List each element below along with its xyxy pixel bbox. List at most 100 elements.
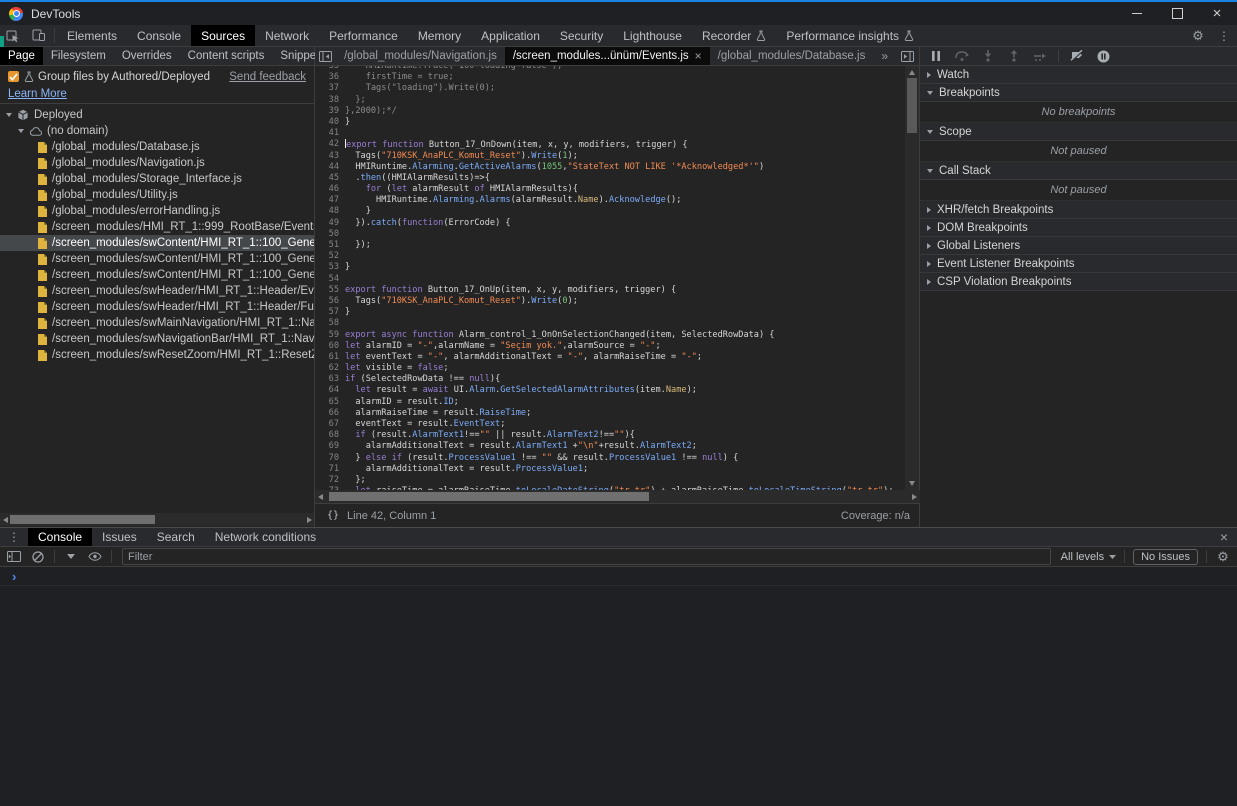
code-line-text[interactable]: alarmID = result.ID; [345, 397, 459, 408]
tab-lighthouse[interactable]: Lighthouse [613, 25, 692, 46]
line-number[interactable]: 63 [315, 374, 345, 385]
step-icon[interactable] [1032, 48, 1048, 64]
expanded-arrow-icon[interactable] [6, 113, 12, 117]
tree-file-item[interactable]: /global_modules/Navigation.js [0, 155, 314, 171]
line-number[interactable]: 71 [315, 464, 345, 475]
code-line-text[interactable]: if (SelectedRowData !== null){ [345, 374, 500, 385]
expanded-arrow-icon[interactable] [18, 129, 24, 133]
code-line-text[interactable]: for (let alarmResult of HMIAlarmResults)… [345, 184, 578, 195]
line-number[interactable]: 58 [315, 318, 345, 329]
code-line-text[interactable]: Tags("710KSK_AnaPLC_Komut_Reset").Write(… [345, 296, 578, 307]
code-line[interactable]: 70 } else if (result.ProcessValue1 !== "… [315, 453, 906, 464]
code-line[interactable]: 46 for (let alarmResult of HMIAlarmResul… [315, 184, 906, 195]
line-number[interactable]: 61 [315, 352, 345, 363]
console-sidebar-toggle-icon[interactable] [6, 549, 22, 565]
code-line-text[interactable]: Tags("loading").Write(0); [345, 83, 495, 94]
tree-file-item[interactable]: /screen_modules/swContent/HMI_RT_1::100_… [0, 251, 314, 267]
line-number[interactable]: 39 [315, 106, 345, 117]
code-line[interactable]: 36 firstTime = true; [315, 72, 906, 83]
line-number[interactable]: 65 [315, 397, 345, 408]
console-filter-input[interactable] [123, 551, 1050, 563]
scroll-right-icon[interactable] [307, 517, 312, 523]
section-scope[interactable]: Scope [920, 123, 1237, 141]
tree-file-item[interactable]: /global_modules/Utility.js [0, 187, 314, 203]
code-line[interactable]: 66 alarmRaiseTime = result.RaiseTime; [315, 408, 906, 419]
code-line[interactable]: 39},2000);*/ [315, 106, 906, 117]
code-line[interactable]: 59export async function Alarm_control_1_… [315, 330, 906, 341]
line-number[interactable]: 37 [315, 83, 345, 94]
line-number[interactable]: 38 [315, 95, 345, 106]
code-line[interactable]: 48 } [315, 206, 906, 217]
tab-elements[interactable]: Elements [57, 25, 127, 46]
tree-file-item[interactable]: /screen_modules/swResetZoom/HMI_RT_1::Re… [0, 347, 314, 363]
code-line-text[interactable]: } [345, 307, 350, 318]
section-dom-breakpoints[interactable]: DOM Breakpoints [920, 219, 1237, 237]
editor-tab-global-modules-navigation-js[interactable]: /global_modules/Navigation.js [336, 47, 505, 65]
line-number[interactable]: 52 [315, 251, 345, 262]
drawer-tab-issues[interactable]: Issues [92, 528, 147, 546]
line-number[interactable]: 54 [315, 274, 345, 285]
learn-more-link[interactable]: Learn More [8, 88, 67, 100]
code-line[interactable]: 64 let result = await UI.Alarm.GetSelect… [315, 385, 906, 396]
line-number[interactable]: 59 [315, 330, 345, 341]
hide-navigator-icon[interactable] [315, 47, 336, 65]
close-drawer-icon[interactable]: × [1211, 528, 1237, 546]
code-line[interactable]: 42export function Button_17_OnDown(item,… [315, 139, 906, 150]
line-number[interactable]: 36 [315, 72, 345, 83]
scrollbar-thumb[interactable] [10, 515, 155, 524]
code-line[interactable]: 56 Tags("710KSK_AnaPLC_Komut_Reset").Wri… [315, 296, 906, 307]
code-line-text[interactable]: let eventText = "-", alarmAdditionalText… [345, 352, 702, 363]
code-line-text[interactable]: }; [345, 95, 366, 106]
tree-file-item[interactable]: /global_modules/Database.js [0, 139, 314, 155]
code-line[interactable]: 60let alarmID = "-",alarmName = "Seçim y… [315, 341, 906, 352]
tree-file-item[interactable]: /global_modules/errorHandling.js [0, 203, 314, 219]
send-feedback-link[interactable]: Send feedback [229, 71, 306, 83]
tab-performance[interactable]: Performance [319, 25, 408, 46]
code-line-text[interactable]: }); [345, 240, 371, 251]
line-number[interactable]: 56 [315, 296, 345, 307]
code-line[interactable]: 52 [315, 251, 906, 262]
step-out-icon[interactable] [1006, 48, 1022, 64]
console-prompt-row[interactable]: › [0, 567, 1237, 586]
code-line[interactable]: 65 alarmID = result.ID; [315, 397, 906, 408]
code-line[interactable]: 43 Tags("710KSK_AnaPLC_Komut_Reset").Wri… [315, 151, 906, 162]
editor-tab-screen-modules-n-m-events-js[interactable]: /screen_modules...ünüm/Events.js× [505, 47, 710, 65]
code-line[interactable]: 68 if (result.AlarmText1!=="" || result.… [315, 430, 906, 441]
code-line[interactable]: 55export function Button_17_OnUp(item, x… [315, 285, 906, 296]
drawer-tab-network-conditions[interactable]: Network conditions [205, 528, 326, 546]
code-line[interactable]: 37 Tags("loading").Write(0); [315, 83, 906, 94]
pretty-print-button[interactable]: {} [315, 510, 347, 521]
line-number[interactable]: 64 [315, 385, 345, 396]
code-line-text[interactable]: Tags("710KSK_AnaPLC_Komut_Reset").Write(… [345, 151, 578, 162]
settings-gear-icon[interactable]: ⚙ [1185, 25, 1211, 46]
scroll-left-icon[interactable] [3, 517, 8, 523]
code-line[interactable]: 72 }; [315, 475, 906, 486]
code-line[interactable]: 67 eventText = result.EventText; [315, 419, 906, 430]
code-line[interactable]: 47 HMIRuntime.Alarming.Alarms(alarmResul… [315, 195, 906, 206]
line-number[interactable]: 43 [315, 151, 345, 162]
section-csp-violation-breakpoints[interactable]: CSP Violation Breakpoints [920, 273, 1237, 291]
tab-memory[interactable]: Memory [408, 25, 471, 46]
code-line[interactable]: 58 [315, 318, 906, 329]
code-line[interactable]: 38 }; [315, 95, 906, 106]
sidebar-tab-filesystem[interactable]: Filesystem [43, 47, 114, 65]
drawer-menu-icon[interactable]: ⋮ [0, 528, 28, 546]
tab-sources[interactable]: Sources [191, 25, 255, 46]
code-line-text[interactable]: export function Button_17_OnDown(item, x… [345, 139, 688, 150]
code-line-text[interactable]: alarmAdditionalText = result.ProcessValu… [345, 464, 588, 475]
section-call-stack[interactable]: Call Stack [920, 162, 1237, 180]
context-selector-icon[interactable] [63, 549, 79, 565]
code-line-text[interactable]: let alarmID = "-",alarmName = "Seçim yok… [345, 341, 661, 352]
live-expression-eye-icon[interactable] [87, 549, 103, 565]
tree-item-no-domain[interactable]: (no domain) [0, 123, 314, 139]
tab-console[interactable]: Console [127, 25, 191, 46]
code-line-text[interactable]: },2000);*/ [345, 106, 397, 117]
code-line[interactable]: 49 }).catch(function(ErrorCode) { [315, 218, 906, 229]
scrollbar-thumb[interactable] [907, 78, 917, 133]
line-number[interactable]: 50 [315, 229, 345, 240]
scroll-right-icon[interactable] [912, 494, 917, 500]
code-line-text[interactable]: eventText = result.EventText; [345, 419, 505, 430]
section-breakpoints[interactable]: Breakpoints [920, 84, 1237, 102]
console-messages-area[interactable] [0, 587, 1237, 806]
more-tabs-chevron[interactable]: » [873, 47, 896, 65]
